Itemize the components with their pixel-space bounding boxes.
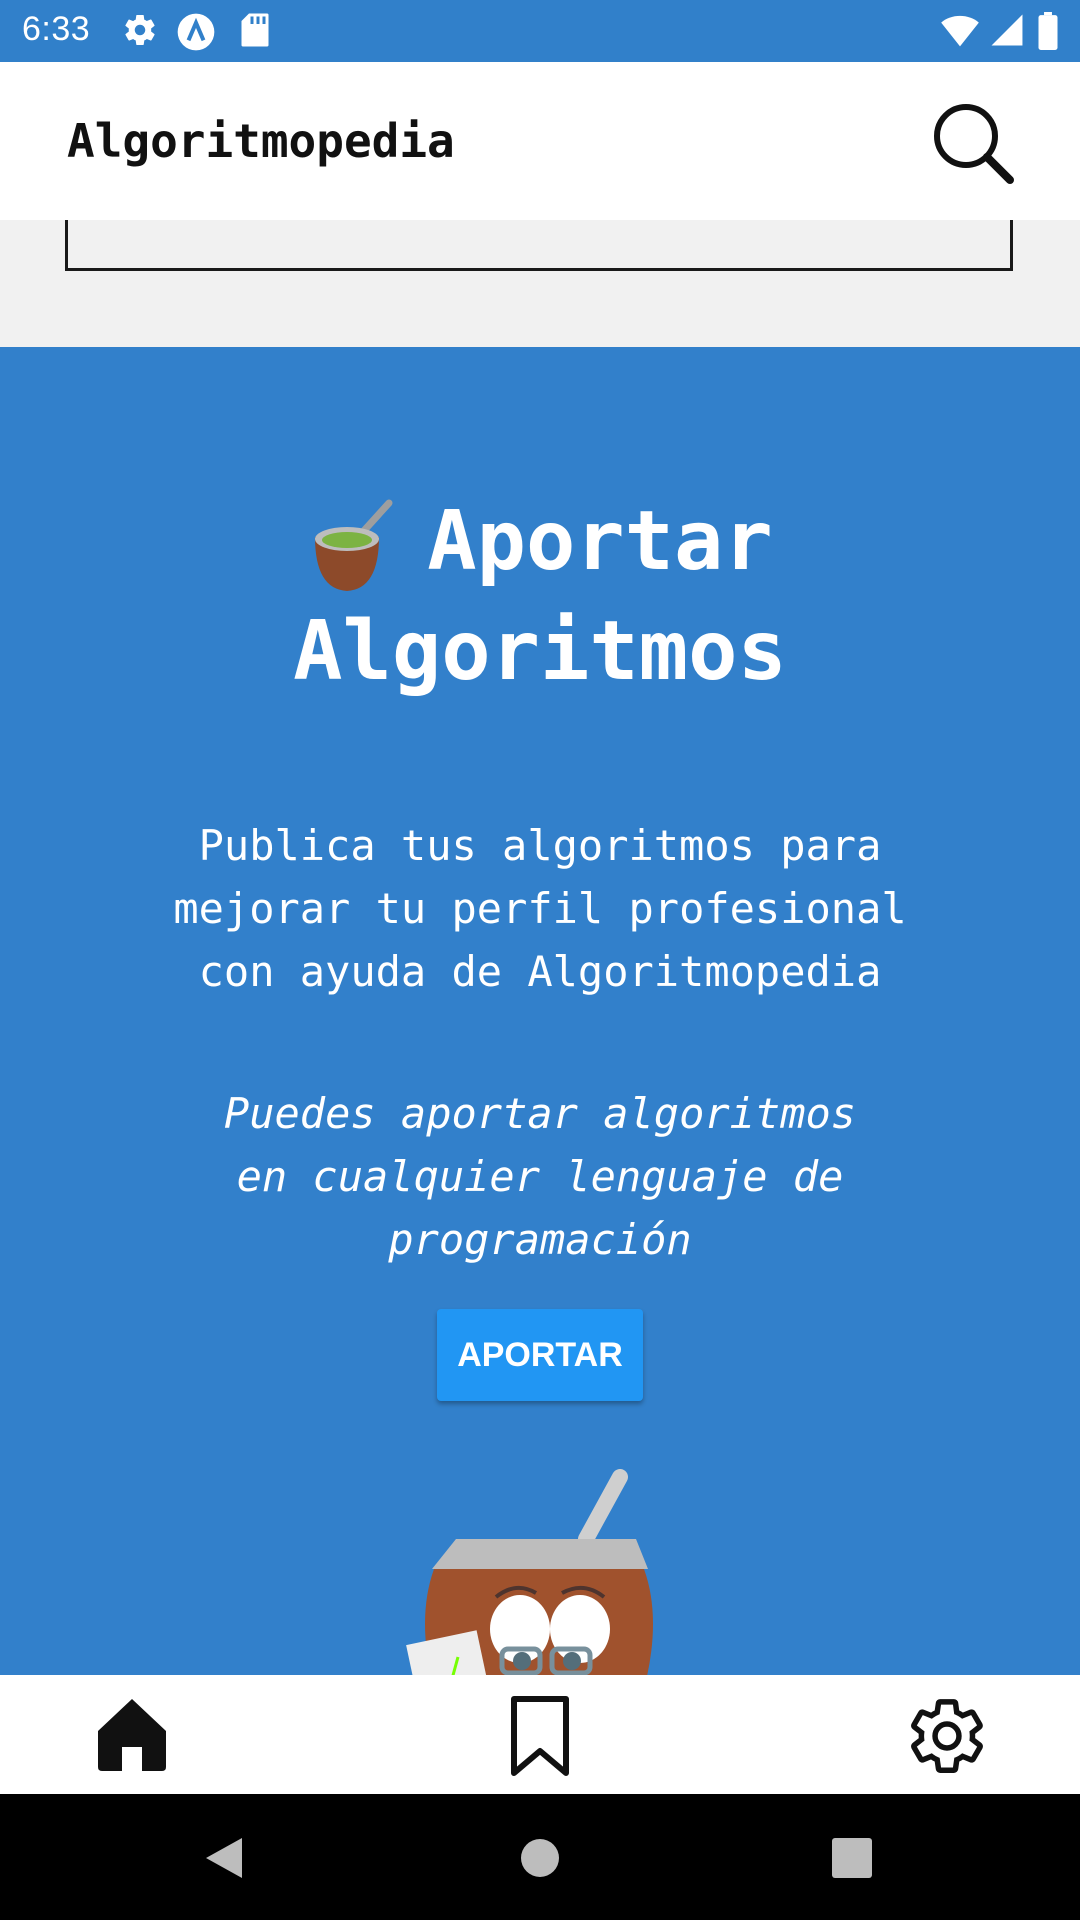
home-icon[interactable]: [96, 1695, 168, 1773]
status-bar: 6:33: [0, 0, 1080, 62]
description-line: Publica tus algoritmos para: [198, 821, 882, 870]
note-line: programación: [388, 1215, 692, 1264]
content-background: [0, 220, 1080, 347]
bottom-navigation: [0, 1675, 1080, 1794]
mate-mascot-illustration: [406, 1469, 653, 1675]
search-icon[interactable]: [930, 100, 1016, 186]
contribute-section: Aportar Algoritmos Publica tus algoritmo…: [0, 347, 1080, 1675]
hero-title-line2: Algoritmos: [293, 604, 787, 699]
description-line: mejorar tu perfil profesional: [173, 884, 907, 933]
system-navigation-bar: [0, 1794, 1080, 1920]
description-line: con ayuda de Algoritmopedia: [198, 947, 882, 996]
recents-icon[interactable]: [832, 1838, 872, 1878]
hero-description: Publica tus algoritmos para mejorar tu p…: [60, 814, 1020, 1003]
note-line: Puedes aportar algoritmos: [223, 1089, 857, 1138]
mate-icon: [315, 499, 393, 591]
app-title: Algoritmopedia: [67, 114, 455, 168]
previous-card: [65, 220, 1013, 271]
hero-title-line1: Aportar: [427, 494, 773, 589]
bookmark-icon[interactable]: [508, 1695, 572, 1777]
note-line: en cualquier lenguaje de: [236, 1152, 844, 1201]
home-circle-icon[interactable]: [520, 1838, 560, 1878]
a-badge-icon: [177, 13, 215, 51]
sd-card-icon: [241, 13, 269, 47]
wifi-icon: [941, 15, 979, 47]
aportar-button[interactable]: APORTAR: [437, 1309, 643, 1401]
app-bar: Algoritmopedia: [0, 62, 1080, 220]
battery-icon: [1038, 12, 1058, 50]
hero-note: Puedes aportar algoritmos en cualquier l…: [120, 1082, 960, 1271]
hero-title: Aportar Algoritmos: [0, 487, 1080, 707]
back-icon[interactable]: [204, 1836, 244, 1880]
signal-icon: [991, 14, 1023, 46]
status-time: 6:33: [22, 10, 91, 48]
settings-icon[interactable]: [906, 1695, 988, 1777]
settings-icon: [125, 15, 155, 46]
